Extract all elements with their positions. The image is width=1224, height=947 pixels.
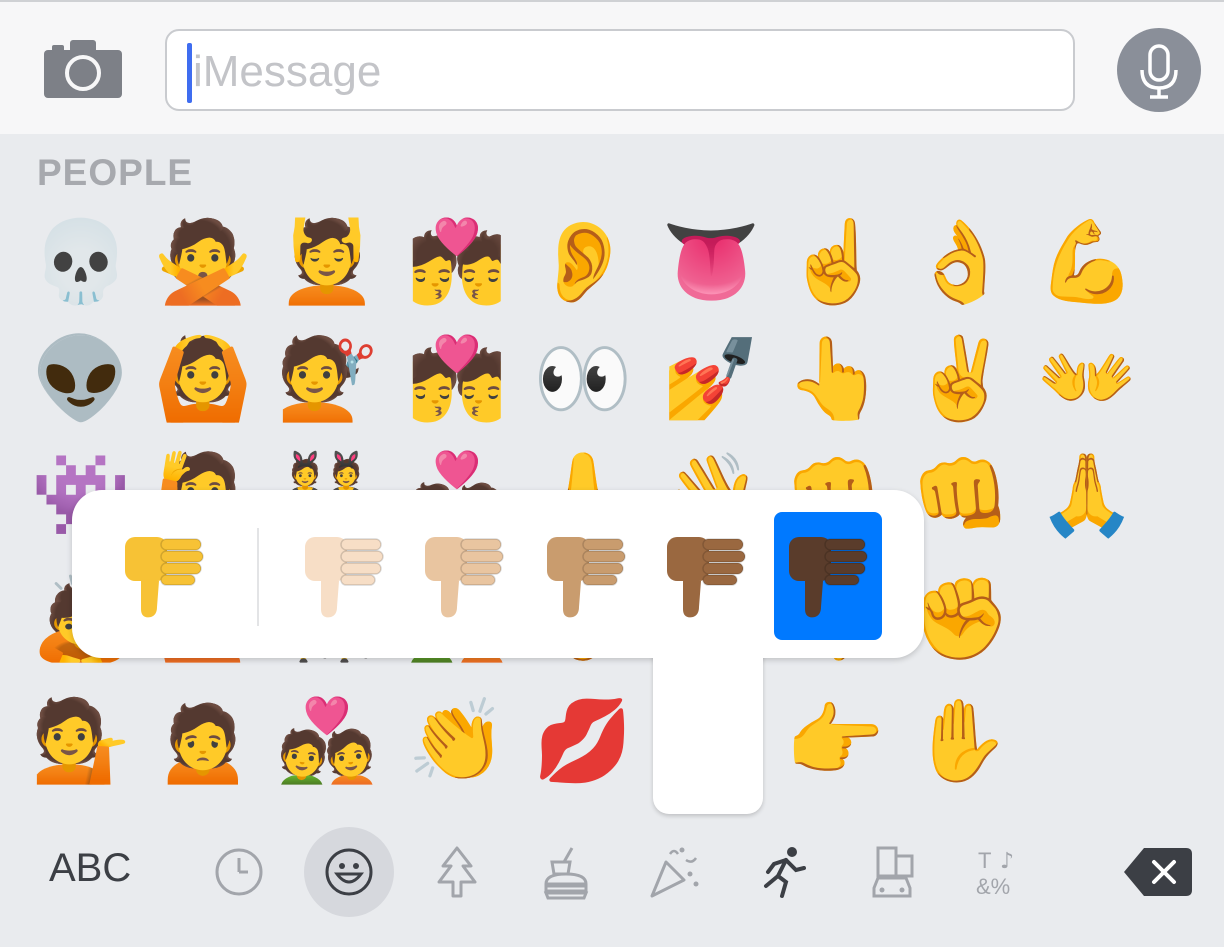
imessage-input[interactable] — [191, 41, 1055, 103]
emoji-key[interactable]: 🙆 — [148, 324, 258, 434]
section-title-people: PEOPLE — [37, 152, 194, 193]
category-travel[interactable] — [850, 830, 934, 914]
buildings-car-icon — [872, 846, 914, 898]
camera-icon — [44, 40, 122, 98]
emoji-key[interactable]: 💇 — [272, 324, 382, 434]
recent-clock-icon — [215, 848, 263, 896]
microphone-button[interactable] — [1117, 28, 1201, 112]
thumbs-down-icon — [667, 537, 746, 618]
skin-tone-option[interactable] — [110, 512, 218, 640]
emoji-key[interactable]: 💏 — [402, 324, 512, 434]
emoji-key[interactable]: 💀 — [26, 207, 136, 317]
skin-tone-option[interactable] — [410, 512, 518, 640]
thumbs-down-icon — [789, 537, 868, 618]
category-people[interactable] — [304, 827, 394, 917]
abc-keyboard-button[interactable]: ABC — [49, 846, 131, 891]
emoji-key[interactable]: 👀 — [528, 324, 638, 434]
smiley-icon — [325, 848, 373, 896]
camera-button[interactable] — [44, 40, 122, 98]
svg-text:T: T — [978, 848, 991, 873]
emoji-key[interactable]: 👐 — [1032, 324, 1142, 434]
emoji-key[interactable]: ☝️ — [780, 207, 890, 317]
message-bar — [0, 0, 1224, 134]
skin-tone-option[interactable] — [290, 512, 398, 640]
delete-backspace-icon — [1124, 848, 1192, 896]
emoji-key[interactable]: 👅 — [656, 207, 766, 317]
emoji-key[interactable]: 💋 — [528, 686, 638, 796]
emoji-key[interactable]: 💅 — [656, 324, 766, 434]
category-symbols[interactable]: T ♪ &% — [958, 830, 1042, 914]
skin-tone-option[interactable] — [532, 512, 640, 640]
category-activity[interactable] — [742, 830, 826, 914]
emoji-key[interactable]: 💪 — [1032, 207, 1142, 317]
delete-button[interactable] — [1124, 848, 1192, 896]
emoji-key[interactable]: 👌 — [906, 207, 1016, 317]
emoji-key[interactable]: ✋ — [906, 686, 1016, 796]
emoji-key[interactable]: 👽 — [26, 324, 136, 434]
microphone-icon — [1140, 44, 1178, 99]
category-nature[interactable] — [415, 830, 499, 914]
emoji-key[interactable]: 👂 — [528, 207, 638, 317]
imessage-input-box[interactable] — [165, 29, 1075, 111]
thumbs-down-icon — [425, 537, 504, 618]
emoji-key[interactable]: ✌️ — [906, 324, 1016, 434]
food-icon — [543, 847, 589, 900]
emoji-key[interactable]: 💁 — [26, 686, 136, 796]
emoji-key[interactable]: 💑 — [272, 686, 382, 796]
tree-icon — [437, 846, 477, 898]
svg-text:♪: ♪ — [1000, 849, 1014, 874]
thumbs-down-icon — [125, 537, 204, 618]
skin-tone-option[interactable] — [652, 512, 760, 640]
symbols-icon: T ♪ &% — [976, 848, 1014, 899]
popup-divider — [257, 528, 259, 626]
category-food[interactable] — [524, 830, 608, 914]
skin-tone-option[interactable] — [774, 512, 882, 640]
svg-text:&%: &% — [976, 874, 1010, 899]
category-recent[interactable] — [197, 830, 281, 914]
party-popper-icon — [650, 847, 699, 898]
emoji-key[interactable]: 👆 — [780, 324, 890, 434]
emoji-key[interactable]: 👉 — [780, 686, 890, 796]
emoji-key[interactable]: 🙏 — [1032, 440, 1142, 550]
category-celebration[interactable] — [632, 830, 716, 914]
emoji-key[interactable]: 💆 — [272, 207, 382, 317]
emoji-key[interactable]: 💏 — [402, 207, 512, 317]
emoji-key[interactable]: 🙍 — [148, 686, 258, 796]
running-person-icon — [764, 847, 806, 898]
emoji-key[interactable]: 👏 — [402, 686, 512, 796]
emoji-key[interactable]: 🙅 — [148, 207, 258, 317]
thumbs-down-icon — [547, 537, 626, 618]
thumbs-down-icon — [305, 537, 384, 618]
